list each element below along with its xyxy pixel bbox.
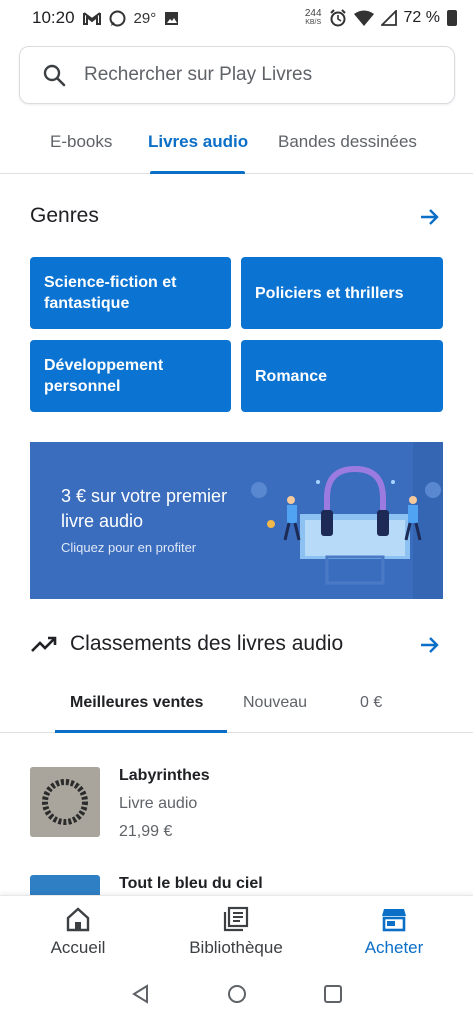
charts-arrow-icon[interactable] [419, 635, 441, 655]
genre-label: Romance [255, 367, 328, 385]
trending-icon [31, 636, 57, 652]
battery-icon [447, 10, 457, 26]
genre-label: Développement personnel [44, 357, 164, 395]
nav-label: Accueil [50, 938, 106, 957]
promo-banner[interactable]: 3 € sur votre premier livre audio Clique… [30, 442, 443, 599]
book-cover [30, 875, 100, 895]
search-input[interactable]: Rechercher sur Play Livres [84, 64, 312, 86]
tab-new[interactable]: Nouveau [243, 694, 307, 712]
genre-scifi-button[interactable]: Science-fiction et fantastique [30, 257, 231, 329]
list-item[interactable]: Labyrinthes Livre audio 21,99 € [30, 767, 450, 843]
nav-library[interactable]: Bibliothèque [171, 906, 301, 958]
book-title: Tout le bleu du ciel [119, 875, 263, 892]
bottom-navigation: Accueil Bibliothèque Acheter [0, 895, 473, 969]
genres-arrow-icon[interactable] [419, 207, 441, 227]
back-icon[interactable] [130, 983, 152, 1005]
recents-icon[interactable] [322, 983, 344, 1005]
genre-label: Policiers et thrillers [255, 284, 404, 302]
whatsapp-icon [109, 10, 126, 26]
genre-romance-button[interactable]: Romance [241, 340, 443, 412]
nav-home[interactable]: Accueil [13, 906, 143, 958]
search-bar[interactable]: Rechercher sur Play Livres [19, 46, 455, 104]
nav-shop[interactable]: Acheter [329, 906, 459, 958]
genre-thrillers-button[interactable]: Policiers et thrillers [241, 257, 443, 329]
status-time: 10:20 [32, 8, 75, 27]
active-subtab-indicator [55, 730, 227, 733]
network-speed: 244 KB/S [304, 8, 322, 27]
home-circle-icon[interactable] [226, 983, 248, 1005]
book-title: Labyrinthes [119, 767, 210, 784]
genre-label: Science-fiction et fantastique [44, 274, 177, 312]
book-cover [30, 767, 100, 837]
nav-label: Bibliothèque [189, 938, 283, 957]
status-bar: 10:20 29° 244 KB/S 72 % [0, 0, 473, 36]
genre-self-development-button[interactable]: Développement personnel [30, 340, 231, 412]
cover-art [30, 767, 100, 837]
book-price: 21,99 € [119, 823, 173, 840]
genres-title: Genres [30, 204, 99, 227]
nav-label: Acheter [364, 938, 424, 957]
store-icon [382, 909, 406, 932]
tab-free[interactable]: 0 € [360, 694, 382, 712]
category-tabs: E-books Livres audio Bandes dessinées [0, 120, 473, 174]
wifi-icon [353, 10, 374, 26]
search-icon [43, 64, 66, 87]
tab-ebooks[interactable]: E-books [50, 132, 112, 152]
battery-level: 72 % [403, 9, 440, 26]
temperature: 29° [133, 9, 157, 27]
tab-comics[interactable]: Bandes dessinées [278, 132, 417, 152]
book-type: Livre audio [119, 795, 198, 812]
promo-title: 3 € sur votre premier livre audio [61, 486, 228, 531]
library-icon [223, 906, 249, 932]
signal-icon [380, 10, 397, 26]
charts-title: Classements des livres audio [70, 632, 344, 655]
system-navigation [0, 969, 473, 1024]
home-icon [66, 907, 90, 932]
alarm-icon [329, 9, 346, 27]
tab-audiobooks[interactable]: Livres audio [148, 132, 248, 152]
chart-tabs: Meilleures ventes Nouveau 0 € [0, 680, 473, 733]
image-icon [165, 11, 179, 25]
gmail-icon [82, 12, 101, 25]
promo-subtitle: Cliquez pour en profiter [61, 540, 197, 555]
active-tab-indicator [150, 171, 245, 174]
headphones-illustration [251, 442, 443, 599]
list-item[interactable]: Tout le bleu du ciel [30, 875, 450, 895]
tab-best-sellers[interactable]: Meilleures ventes [70, 694, 203, 712]
